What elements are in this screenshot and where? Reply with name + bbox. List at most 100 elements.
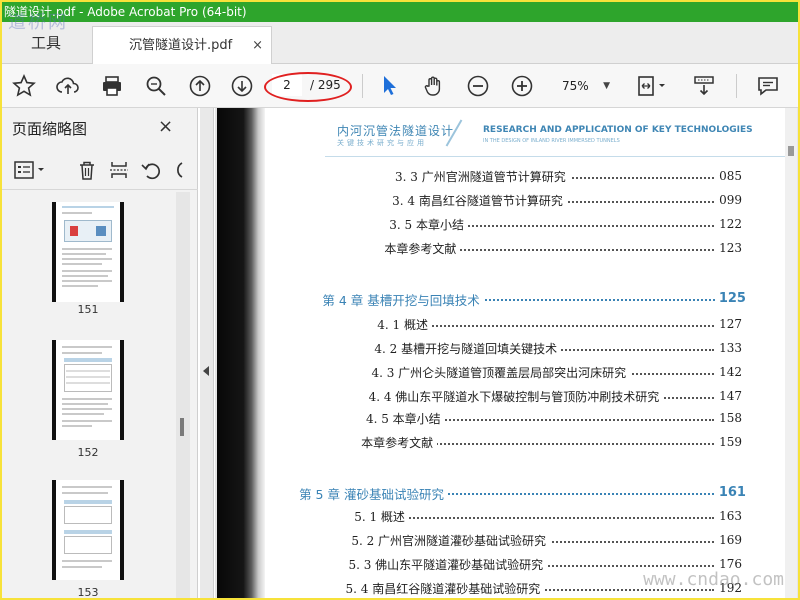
scrollbar-thumb[interactable] <box>180 418 184 436</box>
document-scrollbar[interactable] <box>785 108 797 598</box>
delete-page-icon[interactable] <box>74 158 100 182</box>
toc-row: 5. 1 概述 163 <box>354 508 742 528</box>
next-page-icon[interactable] <box>228 72 256 100</box>
hand-tool-icon[interactable] <box>420 72 448 100</box>
thumbnail-page[interactable] <box>52 340 124 440</box>
chevron-down-icon: ▼ <box>603 81 610 91</box>
scan-spine-shadow <box>217 108 265 598</box>
toc-chapter-row: 第 5 章 灌砂基础试验研究 161 <box>299 484 746 504</box>
thumbnail-label: 152 <box>77 446 99 459</box>
thumbnail-page[interactable] <box>52 480 124 580</box>
options-menu-icon[interactable] <box>12 158 48 182</box>
toc-entry-page: 169 <box>715 533 742 547</box>
toc-entry-title: 4. 4 佛山东平隧道水下爆破控制与管顶防冲刷技术研究 <box>368 388 664 405</box>
toolbar-separator <box>736 74 737 98</box>
toc-entry-title: 5. 3 佛山东平隧道灌砂基础试验研究 <box>348 556 548 573</box>
cloud-upload-icon[interactable] <box>54 72 82 100</box>
toc-row: 4. 3 广州仑头隧道管顶覆盖层局部突出河床研究 142 <box>371 364 742 384</box>
toc-entry-title: 4. 3 广州仑头隧道管顶覆盖层局部突出河床研究 <box>371 364 631 381</box>
thumbnail-panel: 页面缩略图 × 151 152 153 <box>2 108 198 598</box>
toc-entry-page: 123 <box>715 241 742 255</box>
thumbnail-label: 153 <box>77 586 99 598</box>
page-fit-icon[interactable] <box>632 72 672 100</box>
zoom-search-icon[interactable] <box>142 72 170 100</box>
toc-entry-title: 5. 4 南昌红谷隧道灌砂基础试验研究 <box>345 580 545 597</box>
toc-row: 4. 5 本章小结 158 <box>365 410 742 430</box>
toolbar-separator <box>362 74 363 98</box>
toc-entry-title: 5. 2 广州官洲隧道灌砂基础试验研究 <box>351 532 551 549</box>
toc-entry-title: 3. 5 本章小结 <box>389 216 468 233</box>
toc-entry-title: 本章参考文献 <box>384 240 461 257</box>
print-icon[interactable] <box>98 72 126 100</box>
tab-close-icon[interactable]: × <box>252 27 263 65</box>
toc-entry-title: 4. 1 概述 <box>377 316 432 333</box>
panel-toolbar <box>2 150 198 190</box>
page-header-en: RESEARCH AND APPLICATION OF KEY TECHNOLO… <box>483 125 753 135</box>
acrobat-window: 隧道设计.pdf - Adobe Acrobat Pro (64-bit) 工具… <box>2 2 798 598</box>
toc-entry-page: 163 <box>715 509 742 523</box>
toc-entry-page: 099 <box>715 193 742 207</box>
toc-entry-page: 125 <box>714 291 746 306</box>
toc-row: 4. 2 基槽开挖与隧道回填关键技术 133 <box>374 340 742 360</box>
panel-collapse-handle[interactable] <box>200 108 214 598</box>
toc-entry-page: 085 <box>715 169 742 183</box>
zoom-in-icon[interactable] <box>508 72 536 100</box>
rotate-right-icon[interactable] <box>170 158 186 182</box>
thumbnail-label: 151 <box>77 303 99 316</box>
toc-entry-page: 133 <box>715 341 742 355</box>
page-header-cn: 内河沉管法隧道设计 <box>337 124 455 138</box>
toc-entry-title: 5. 1 概述 <box>354 508 409 525</box>
thumbnail-page[interactable] <box>52 202 124 302</box>
toc-entry-page: 159 <box>715 435 742 449</box>
rotate-left-icon[interactable] <box>138 158 164 182</box>
toc-entry-page: 147 <box>715 389 742 403</box>
toc-entry-title: 第 5 章 灌砂基础试验研究 <box>299 484 448 503</box>
comment-icon[interactable] <box>754 72 782 100</box>
tab-bar: 工具 沉管隧道设计.pdf × <box>2 22 798 65</box>
scrollbar-thumb[interactable] <box>788 146 794 156</box>
toc-entry-page: 142 <box>715 365 742 379</box>
toc-entry-title: 4. 2 基槽开挖与隧道回填关键技术 <box>374 340 562 357</box>
toc-entry-title: 本章参考文献 <box>361 434 438 451</box>
title-bar: 隧道设计.pdf - Adobe Acrobat Pro (64-bit) <box>2 2 798 22</box>
toc-row: 4. 1 概述 127 <box>377 316 742 336</box>
toc-row: 本章参考文献 123 <box>384 240 742 260</box>
tab-document-label: 沉管隧道设计.pdf <box>129 38 233 53</box>
toc-entry-page: 161 <box>714 485 746 500</box>
toc-entry-title: 4. 5 本章小结 <box>365 410 445 427</box>
toc-entry-page: 158 <box>715 411 742 425</box>
toc-row: 本章参考文献 159 <box>361 434 742 454</box>
toc-chapter-row: 第 4 章 基槽开挖与回填技术 125 <box>322 290 746 310</box>
document-viewport[interactable]: 内河沉管法隧道设计 关键技术研究与应用 RESEARCH AND APPLICA… <box>215 108 798 598</box>
tab-document[interactable]: 沉管隧道设计.pdf × <box>92 26 272 65</box>
scroll-mode-icon[interactable] <box>690 72 718 100</box>
close-icon[interactable]: × <box>158 116 173 137</box>
toc-row: 3. 4 南昌红谷隧道管节计算研究 099 <box>392 192 742 212</box>
zoom-out-icon[interactable] <box>464 72 492 100</box>
toc-row: 4. 4 佛山东平隧道水下爆破控制与管顶防冲刷技术研究 147 <box>368 388 742 408</box>
insert-page-icon[interactable] <box>106 158 132 182</box>
watermark-bottom-right: www.cndao.com <box>643 569 784 590</box>
toc-entry-page: 127 <box>715 317 742 331</box>
previous-page-icon[interactable] <box>186 72 214 100</box>
panel-title: 页面缩略图 <box>12 120 88 138</box>
zoom-level-value: 75% <box>562 79 589 93</box>
pdf-page: 内河沉管法隧道设计 关键技术研究与应用 RESEARCH AND APPLICA… <box>217 108 797 598</box>
watermark-top-left: 道桥网 <box>8 12 68 33</box>
toc-row: 5. 2 广州官洲隧道灌砂基础试验研究 169 <box>351 532 742 552</box>
header-rule <box>325 156 795 157</box>
page-header-sub: 关键技术研究与应用 <box>337 139 427 147</box>
toc-entry-title: 3. 4 南昌红谷隧道管节计算研究 <box>392 192 567 209</box>
select-cursor-icon[interactable] <box>376 72 404 100</box>
zoom-level-select[interactable]: 75% ▼ <box>552 74 616 98</box>
thumbnail-scrollbar[interactable] <box>176 192 190 598</box>
toc-entry-title: 3. 3 广州官洲隧道管节计算研究 <box>395 168 570 185</box>
page-header-en-sub: IN THE DESIGN OF INLAND RIVER IMMERSED T… <box>483 138 620 144</box>
collapse-arrow-icon <box>203 366 209 376</box>
toc-entry-page: 122 <box>715 217 742 231</box>
thumbnail-list: 151 152 153 <box>2 192 176 598</box>
bookmark-star-icon[interactable] <box>10 72 38 100</box>
toc-entry-title: 第 4 章 基槽开挖与回填技术 <box>322 290 484 309</box>
main-toolbar: 2 / 295 75% ▼ <box>2 64 798 108</box>
toc-row: 3. 3 广州官洲隧道管节计算研究 085 <box>395 168 742 188</box>
